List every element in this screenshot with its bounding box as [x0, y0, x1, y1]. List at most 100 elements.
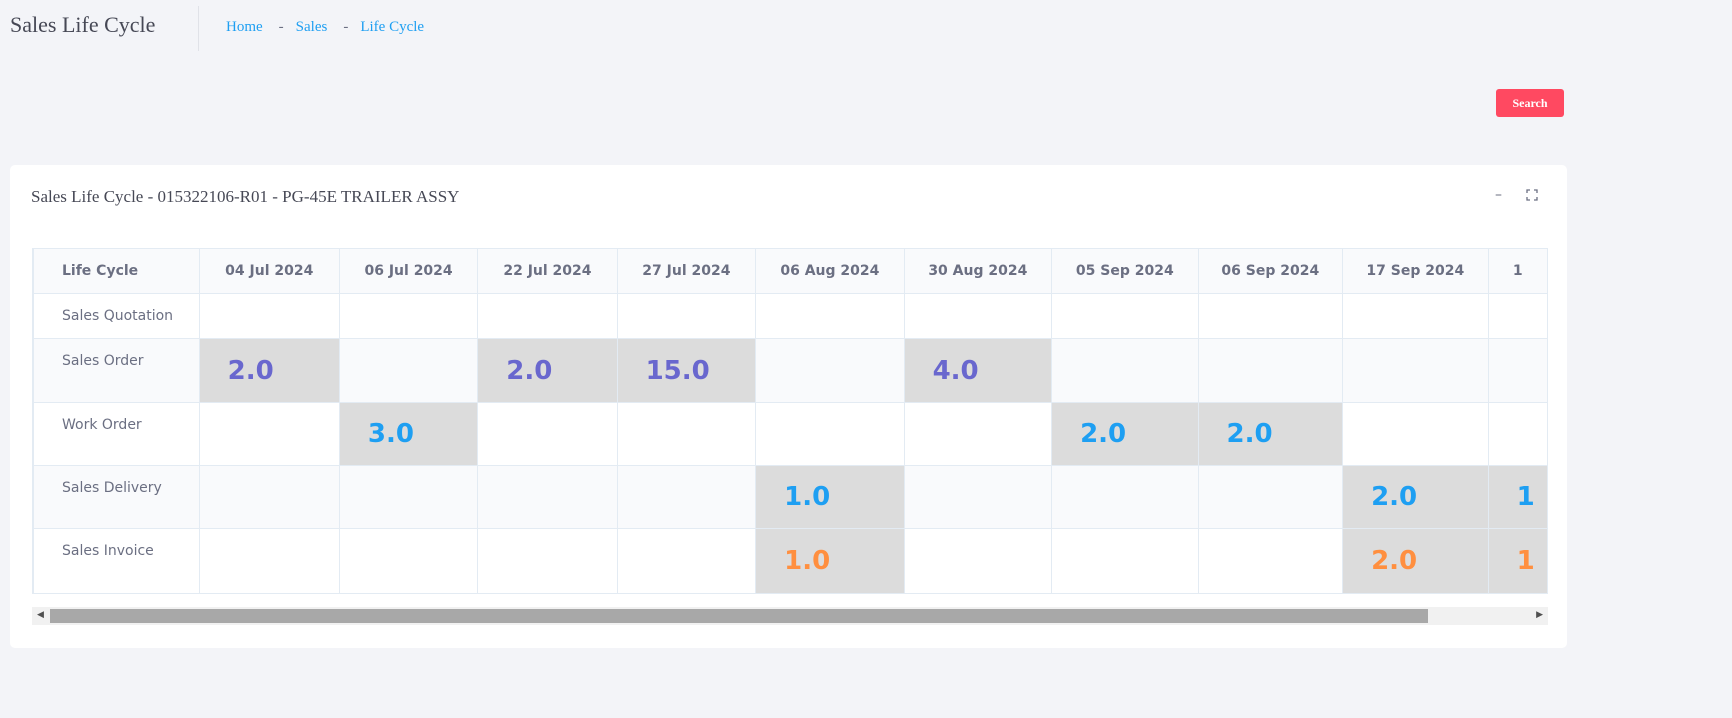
table-cell	[1051, 293, 1199, 339]
column-header-date: 06 Aug 2024	[755, 248, 905, 294]
column-header-date: 06 Sep 2024	[1197, 248, 1344, 294]
table-cell[interactable]: 15.0	[616, 338, 757, 403]
table-cell[interactable]: 2.0	[477, 338, 618, 403]
cell-value: 1.0	[784, 546, 831, 576]
table-cell	[616, 402, 757, 466]
cell-value: 2.0	[1080, 419, 1127, 449]
table-cell	[616, 528, 757, 594]
divider	[198, 6, 199, 51]
life-cycle-card: Sales Life Cycle - 015322106-R01 - PG-45…	[10, 165, 1567, 648]
table-row: Sales Order 2.0 2.0 15.0 4.0	[33, 338, 1548, 403]
column-header-date: 06 Jul 2024	[338, 248, 479, 294]
cell-value: 2.0	[1371, 546, 1418, 576]
cell-value: 3.0	[367, 419, 414, 449]
table-cell	[477, 528, 618, 594]
breadcrumb-life-cycle[interactable]: Life Cycle	[360, 19, 424, 36]
table-cell	[198, 528, 340, 594]
table-cell	[338, 338, 479, 403]
table-cell[interactable]: 4.0	[903, 338, 1053, 403]
card-title: Sales Life Cycle - 015322106-R01 - PG-45…	[31, 187, 460, 206]
column-header-date: 17 Sep 2024	[1342, 248, 1489, 294]
column-header-date: 05 Sep 2024	[1051, 248, 1199, 294]
table-cell	[198, 465, 340, 529]
column-header-date: 27 Jul 2024	[616, 248, 757, 294]
table-cell	[1197, 338, 1344, 403]
scroll-left-arrow-icon[interactable]: ◀	[37, 610, 44, 620]
table-row: Work Order 3.0 2.0 2.0	[33, 402, 1548, 466]
scroll-right-arrow-icon[interactable]: ▶	[1536, 610, 1543, 620]
breadcrumb-sales[interactable]: Sales	[296, 19, 328, 36]
table-row: Sales Quotation	[33, 293, 1548, 339]
table-cell	[338, 465, 479, 529]
row-label: Sales Order	[33, 338, 200, 403]
table-cell	[198, 402, 340, 466]
table-cell	[755, 293, 905, 339]
table-cell	[1487, 293, 1548, 339]
row-label: Work Order	[33, 402, 200, 466]
life-cycle-table: Life Cycle 04 Jul 2024 06 Jul 2024 22 Jul 2…	[33, 248, 1548, 594]
table-cell[interactable]: 3.0	[338, 402, 479, 466]
row-label: Sales Delivery	[33, 465, 200, 529]
cell-value: 2.0	[227, 355, 274, 386]
table-cell	[616, 293, 757, 339]
table-cell	[1197, 465, 1344, 529]
table-cell	[1487, 338, 1548, 403]
table-cell	[1051, 528, 1199, 594]
table-cell	[1051, 465, 1199, 529]
cell-value: 4.0	[932, 355, 979, 386]
table-cell[interactable]: 1	[1487, 465, 1548, 529]
row-label: Sales Quotation	[33, 293, 200, 339]
table-cell	[903, 402, 1053, 466]
table-cell[interactable]: 2.0	[1051, 402, 1199, 466]
cell-value: 2.0	[506, 355, 553, 386]
table-cell	[477, 293, 618, 339]
table-cell	[338, 528, 479, 594]
table-cell	[903, 293, 1053, 339]
table-cell	[198, 293, 340, 339]
cell-value: 2.0	[1226, 419, 1273, 449]
table-cell[interactable]: 1	[1487, 528, 1548, 594]
table-cell	[1342, 293, 1489, 339]
table-cell	[616, 465, 757, 529]
breadcrumb: Home - Sales - Life Cycle	[226, 19, 424, 36]
table-cell	[1342, 402, 1489, 466]
row-label: Sales Invoice	[33, 528, 200, 594]
table-cell[interactable]: 2.0	[1342, 528, 1489, 594]
life-cycle-table-wrapper: Life Cycle 04 Jul 2024 06 Jul 2024 22 Jul 2…	[32, 248, 1548, 594]
table-cell[interactable]: 1.0	[755, 465, 905, 529]
breadcrumb-separator: -	[278, 19, 284, 35]
table-cell	[338, 293, 479, 339]
table-cell	[755, 402, 905, 466]
table-cell[interactable]: 2.0	[1342, 465, 1489, 529]
cell-value: 15.0	[645, 355, 710, 386]
column-header-date: 04 Jul 2024	[198, 248, 340, 294]
minus-icon[interactable]: –	[1495, 187, 1502, 203]
column-header-date: 1	[1487, 248, 1548, 294]
table-cell	[1487, 402, 1548, 466]
table-cell	[1342, 338, 1489, 403]
breadcrumb-separator: -	[343, 19, 349, 35]
table-cell[interactable]: 2.0	[198, 338, 340, 403]
cell-value: 1	[1516, 546, 1535, 576]
table-cell	[1197, 528, 1344, 594]
table-cell	[1197, 293, 1344, 339]
table-cell	[477, 465, 618, 529]
table-row: Sales Invoice 1.0 2.0 1	[33, 528, 1548, 594]
table-cell	[903, 528, 1053, 594]
table-cell[interactable]: 1.0	[755, 528, 905, 594]
horizontal-scrollbar[interactable]: ◀ ▶	[32, 607, 1548, 625]
page-title: Sales Life Cycle	[10, 12, 156, 37]
table-cell[interactable]: 2.0	[1197, 402, 1344, 466]
column-header-life-cycle: Life Cycle	[33, 248, 200, 294]
table-row: Sales Delivery 1.0 2.0 1	[33, 465, 1548, 529]
search-button[interactable]: Search	[1496, 89, 1564, 117]
table-cell	[1051, 338, 1199, 403]
cell-value: 2.0	[1371, 482, 1418, 512]
table-cell	[477, 402, 618, 466]
column-header-date: 30 Aug 2024	[903, 248, 1053, 294]
scrollbar-thumb[interactable]	[50, 609, 1428, 623]
column-header-date: 22 Jul 2024	[477, 248, 618, 294]
expand-icon[interactable]	[1526, 189, 1538, 205]
table-cell	[903, 465, 1053, 529]
breadcrumb-home[interactable]: Home	[226, 19, 263, 36]
